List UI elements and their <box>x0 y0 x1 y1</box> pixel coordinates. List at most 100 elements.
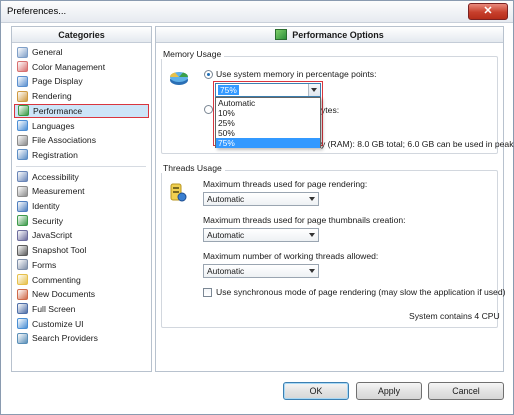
category-label: Accessibility <box>32 171 79 182</box>
snapshot-tool-icon <box>17 244 28 256</box>
general-icon <box>17 46 28 58</box>
options-header-title: Performance Options <box>292 29 384 40</box>
rendering-icon <box>17 90 28 102</box>
category-item-accessibility[interactable]: Accessibility <box>14 170 149 184</box>
threads-icon <box>170 183 187 202</box>
sync-rendering-label: Use synchronous mode of page rendering (… <box>216 287 506 297</box>
dropdown-option[interactable]: Automatic <box>216 98 320 108</box>
full-screen-icon <box>17 303 28 315</box>
threads-rendering-value: Automatic <box>207 194 245 204</box>
languages-icon <box>17 120 28 131</box>
category-item-new-documents[interactable]: New Documents <box>14 287 149 301</box>
page-display-icon <box>17 75 28 87</box>
apply-button-label: Apply <box>377 386 400 396</box>
category-label: Commenting <box>32 274 81 285</box>
cpu-info-text: System contains 4 CPU <box>409 311 500 321</box>
registration-icon <box>17 149 28 161</box>
category-item-search-providers[interactable]: Search Providers <box>14 331 149 345</box>
apply-button[interactable]: Apply <box>356 382 422 400</box>
dropdown-option[interactable]: 50% <box>216 128 320 138</box>
category-label: Performance <box>33 105 83 116</box>
category-label: Search Providers <box>32 333 98 344</box>
category-item-registration[interactable]: Registration <box>14 148 149 162</box>
category-item-general[interactable]: General <box>14 45 149 59</box>
chevron-down-icon <box>309 269 315 273</box>
close-button[interactable]: ✕ <box>468 3 508 20</box>
working-threads-combo[interactable]: Automatic <box>203 264 319 278</box>
dropdown-option[interactable]: 10% <box>216 108 320 118</box>
javascript-icon <box>17 229 28 241</box>
performance-icon <box>18 105 29 117</box>
window-title: Preferences... <box>7 6 67 17</box>
commenting-icon <box>17 274 28 285</box>
category-item-customize-ui[interactable]: Customize UI <box>14 317 149 331</box>
category-label: Snapshot Tool <box>32 245 87 256</box>
category-item-javascript[interactable]: JavaScript <box>14 228 149 242</box>
category-label: JavaScript <box>32 230 73 241</box>
security-icon <box>17 215 28 227</box>
category-item-identity[interactable]: Identity <box>14 199 149 213</box>
category-item-commenting[interactable]: Commenting <box>14 273 149 287</box>
dropdown-option[interactable]: 75% <box>216 138 320 148</box>
category-label: Customize UI <box>32 318 84 329</box>
category-label: New Documents <box>32 289 96 300</box>
category-item-performance[interactable]: Performance <box>14 103 149 118</box>
preferences-window: Preferences... ✕ Categories General Color… <box>0 0 514 415</box>
options-header: Performance Options <box>156 27 503 43</box>
ok-button-label: OK <box>309 386 323 396</box>
category-separator <box>16 165 146 167</box>
category-item-languages[interactable]: Languages <box>14 119 149 133</box>
category-item-full-screen[interactable]: Full Screen <box>14 302 149 316</box>
memory-usage-title: Memory Usage <box>160 49 225 59</box>
category-item-security[interactable]: Security <box>14 214 149 228</box>
sync-rendering-checkbox[interactable] <box>203 288 212 297</box>
category-label: Security <box>32 215 64 226</box>
category-item-rendering[interactable]: Rendering <box>14 89 149 103</box>
category-label: Forms <box>32 259 57 270</box>
chevron-down-icon <box>309 197 315 201</box>
threads-usage-title: Threads Usage <box>160 163 225 173</box>
category-label: Full Screen <box>32 303 76 314</box>
customize-ui-icon <box>17 318 28 330</box>
chevron-down-icon <box>309 233 315 237</box>
memory-percentage-dropdown: Automatic 10% 25% 50% 75% <box>215 97 321 148</box>
categories-panel: Categories General Color Management Page D… <box>11 26 152 372</box>
category-label: Rendering <box>32 91 72 102</box>
title-bar: Preferences... ✕ <box>1 1 513 23</box>
threads-rendering-label: Maximum threads used for page rendering: <box>203 179 368 189</box>
ok-button[interactable]: OK <box>283 382 349 400</box>
category-item-page-display[interactable]: Page Display <box>14 74 149 88</box>
threads-thumbnails-combo[interactable]: Automatic <box>203 228 319 242</box>
forms-icon <box>17 259 28 271</box>
radio-percentage-points[interactable] <box>204 70 213 79</box>
category-label: General <box>32 47 63 57</box>
category-label: File Associations <box>32 135 97 146</box>
category-label: Page Display <box>32 76 83 87</box>
category-item-file-associations[interactable]: File Associations <box>14 133 149 147</box>
file-associations-icon <box>17 134 28 146</box>
performance-options-icon <box>275 29 288 40</box>
threads-rendering-combo[interactable]: Automatic <box>203 192 319 206</box>
categories-header: Categories <box>12 27 151 43</box>
radio-bytes-label: ytes: <box>321 105 340 115</box>
color-management-icon <box>17 61 28 73</box>
category-label: Registration <box>32 149 78 160</box>
working-threads-label: Maximum number of working threads allowe… <box>203 251 379 261</box>
cancel-button[interactable]: Cancel <box>428 382 504 400</box>
memory-chip-icon <box>169 72 189 85</box>
measurement-icon <box>17 185 28 197</box>
category-label: Color Management <box>32 61 106 72</box>
category-label: Identity <box>32 201 60 211</box>
category-item-snapshot-tool[interactable]: Snapshot Tool <box>14 243 149 257</box>
cancel-button-label: Cancel <box>452 386 480 396</box>
category-label: Measurement <box>32 186 85 197</box>
accessibility-icon <box>17 171 28 183</box>
category-item-forms[interactable]: Forms <box>14 258 149 272</box>
new-documents-icon <box>17 288 28 300</box>
threads-thumbnails-label: Maximum threads used for page thumbnails… <box>203 215 406 225</box>
radio-bytes[interactable] <box>204 105 213 114</box>
category-item-measurement[interactable]: Measurement <box>14 184 149 198</box>
dropdown-option[interactable]: 25% <box>216 118 320 128</box>
category-item-color-management[interactable]: Color Management <box>14 60 149 74</box>
radio-percentage-label: Use system memory in percentage points: <box>216 69 377 79</box>
